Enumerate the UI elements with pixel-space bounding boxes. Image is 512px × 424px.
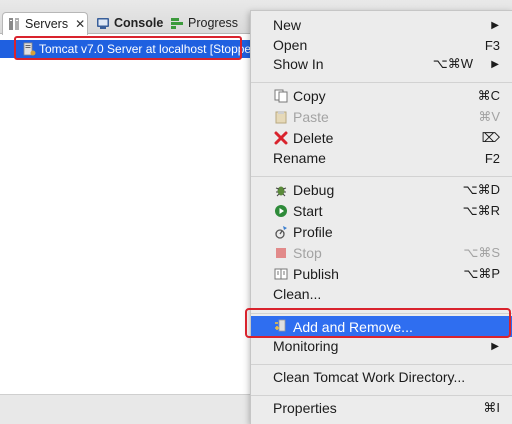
close-icon[interactable]: ✕ bbox=[75, 17, 85, 31]
menu-item-debug[interactable]: Debug ⌥⌘D bbox=[251, 180, 512, 200]
menu-shortcut: F3 bbox=[484, 37, 500, 53]
menu-item-label: Start bbox=[293, 203, 323, 219]
menu-item-paste[interactable]: Paste ⌘V bbox=[251, 107, 512, 127]
menu-item-label: Profile bbox=[293, 224, 333, 240]
menu-item-show-in[interactable]: Show In ⌥⌘W ▶ bbox=[251, 54, 512, 74]
copy-icon bbox=[273, 89, 289, 103]
menu-item-new[interactable]: New ▶ bbox=[251, 15, 512, 35]
menu-item-copy[interactable]: Copy ⌘C bbox=[251, 86, 512, 106]
menu-item-open[interactable]: Open F3 bbox=[251, 35, 512, 55]
menu-item-label: Publish bbox=[293, 266, 339, 282]
submenu-arrow-icon: ▶ bbox=[491, 19, 499, 31]
console-icon bbox=[96, 16, 110, 30]
submenu-arrow-icon: ▶ bbox=[491, 340, 499, 352]
menu-item-label: Paste bbox=[293, 109, 329, 125]
menu-item-properties[interactable]: Properties ⌘I bbox=[251, 398, 512, 418]
menu-shortcut: ⌥⌘S bbox=[463, 245, 500, 260]
menu-separator bbox=[251, 176, 512, 177]
menu-shortcut: ⌘I bbox=[483, 400, 500, 415]
menu-shortcut: ⌘C bbox=[477, 88, 500, 103]
menu-item-label: Stop bbox=[293, 245, 322, 261]
menu-item-clean[interactable]: Clean... bbox=[251, 284, 512, 304]
menu-item-publish[interactable]: Publish ⌥⌘P bbox=[251, 264, 512, 284]
submenu-arrow-icon: ▶ bbox=[491, 58, 499, 70]
progress-icon bbox=[170, 16, 184, 30]
menu-item-label: Rename bbox=[273, 150, 326, 166]
menu-shortcut: F2 bbox=[484, 150, 500, 166]
start-icon bbox=[273, 204, 289, 218]
menu-item-stop[interactable]: Stop ⌥⌘S bbox=[251, 243, 512, 263]
menu-item-label: Copy bbox=[293, 88, 326, 104]
menu-item-delete[interactable]: Delete ⌦ bbox=[251, 128, 512, 148]
menu-shortcut: ⌥⌘P bbox=[463, 266, 500, 281]
menu-shortcut: ⌥⌘W bbox=[432, 56, 473, 71]
menu-shortcut: ⌦ bbox=[481, 130, 500, 145]
delete-icon bbox=[273, 131, 289, 145]
menu-item-label: Debug bbox=[293, 182, 335, 198]
debug-icon bbox=[273, 183, 289, 197]
tab-progress[interactable]: Progress bbox=[166, 12, 246, 34]
tab-label: Console bbox=[114, 16, 164, 30]
stop-icon bbox=[273, 246, 289, 260]
menu-item-label: Monitoring bbox=[273, 338, 339, 354]
highlight-add-and-remove bbox=[245, 308, 511, 338]
tab-servers[interactable]: Servers ✕ bbox=[2, 12, 88, 35]
menu-item-profile[interactable]: Profile bbox=[251, 222, 512, 242]
menu-item-label: Clean... bbox=[273, 286, 322, 302]
tab-label: Servers bbox=[25, 17, 69, 31]
paste-icon bbox=[273, 110, 289, 124]
menu-shortcut: ⌥⌘R bbox=[462, 203, 500, 218]
menu-shortcut: ⌥⌘D bbox=[462, 182, 500, 197]
menu-item-monitoring[interactable]: Monitoring ▶ bbox=[251, 336, 512, 356]
menu-shortcut: ⌘V bbox=[478, 109, 500, 124]
menu-item-label: Open bbox=[273, 37, 308, 53]
publish-icon bbox=[273, 267, 289, 281]
menu-separator bbox=[251, 395, 512, 396]
menu-item-label: Show In bbox=[273, 56, 324, 72]
menu-item-rename[interactable]: Rename F2 bbox=[251, 148, 512, 168]
status-strip bbox=[0, 394, 250, 424]
menu-separator bbox=[251, 364, 512, 365]
context-menu: New ▶ Open F3 Show In ⌥⌘W ▶ Copy ⌘C Past… bbox=[250, 10, 512, 424]
highlight-server-row bbox=[14, 36, 242, 60]
menu-item-clean-tomcat-work-directory[interactable]: Clean Tomcat Work Directory... bbox=[251, 367, 512, 387]
menu-item-label: Delete bbox=[293, 130, 334, 146]
tab-console[interactable]: Console bbox=[92, 12, 166, 34]
menu-item-start[interactable]: Start ⌥⌘R bbox=[251, 201, 512, 221]
tab-label: Progress bbox=[188, 16, 239, 30]
servers-icon bbox=[7, 17, 21, 31]
menu-separator bbox=[251, 82, 512, 83]
profile-icon bbox=[273, 225, 289, 239]
menu-item-label: New bbox=[273, 17, 302, 33]
menu-item-label: Properties bbox=[273, 400, 337, 416]
menu-item-label: Clean Tomcat Work Directory... bbox=[273, 369, 466, 385]
